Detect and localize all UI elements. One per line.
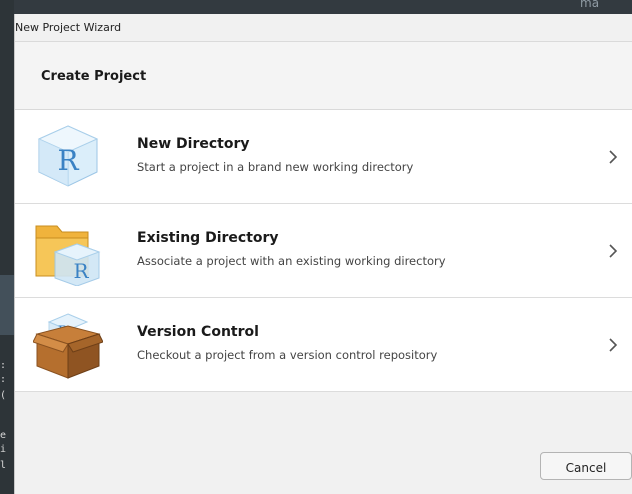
background-code-line: ( (0, 390, 7, 401)
option-title: Version Control (137, 324, 259, 340)
chevron-right-icon (609, 244, 618, 258)
chevron-right-icon (609, 338, 618, 352)
new-directory-option[interactable]: R New Directory Start a project in a bra… (15, 110, 632, 204)
new-project-wizard-dialog: New Project Wizard Create Project R New … (14, 14, 632, 494)
dialog-title: New Project Wizard (15, 21, 122, 34)
svg-text:R: R (73, 259, 89, 283)
option-description: Checkout a project from a version contro… (137, 348, 438, 362)
box-r-icon: R (33, 313, 103, 379)
r-cube-icon: R (37, 125, 99, 187)
option-description: Associate a project with an existing wor… (137, 254, 446, 268)
background-top-bar: ma (14, 0, 632, 14)
page-title: Create Project (41, 69, 147, 84)
version-control-option[interactable]: R Version Control Checkout a project fro… (15, 298, 632, 392)
background-code-line: : (0, 360, 7, 371)
option-description: Start a project in a brand new working d… (137, 160, 414, 174)
dialog-header: Create Project (15, 42, 632, 110)
cancel-button[interactable]: Cancel (540, 452, 632, 480)
background-left-panel-highlight (0, 275, 14, 335)
option-title: Existing Directory (137, 230, 279, 246)
background-code-line: i (0, 444, 7, 455)
svg-text:R: R (57, 144, 79, 177)
folder-r-icon: R (35, 225, 101, 286)
dialog-titlebar[interactable]: New Project Wizard (15, 14, 632, 42)
background-top-text: ma (580, 0, 600, 10)
background-code-line: : (0, 374, 7, 385)
existing-directory-option[interactable]: R Existing Directory Associate a project… (15, 204, 632, 298)
background-code-line: e (0, 430, 7, 441)
background-left-panel (0, 0, 14, 494)
dialog-footer: Cancel (15, 392, 632, 494)
chevron-right-icon (609, 150, 618, 164)
background-code-line: l (0, 460, 7, 471)
option-title: New Directory (137, 136, 250, 152)
